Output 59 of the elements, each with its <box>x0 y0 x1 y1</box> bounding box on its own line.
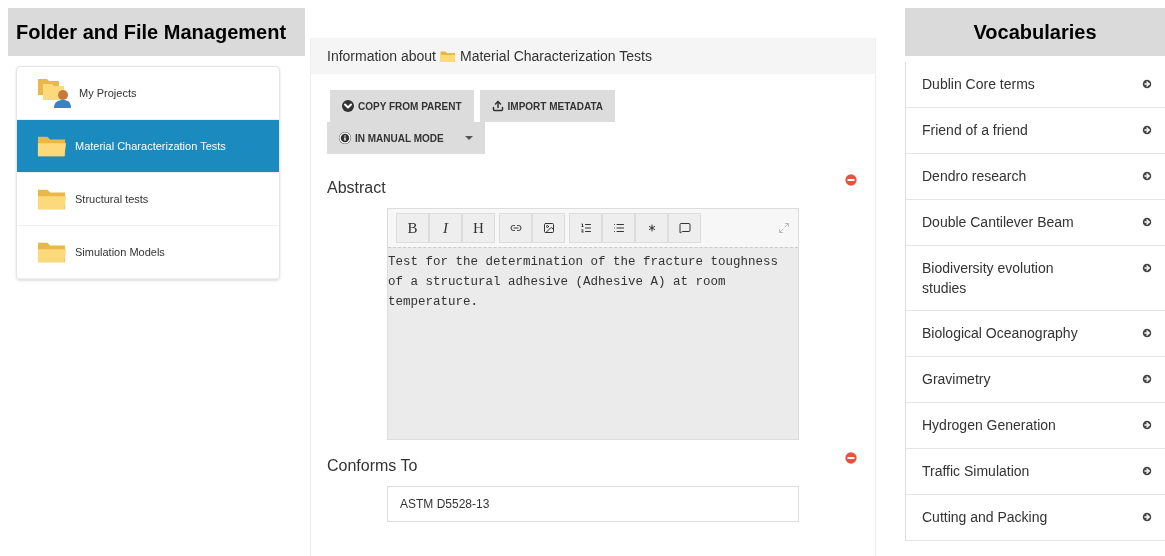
folders-person-icon <box>37 78 71 108</box>
remove-icon[interactable] <box>843 172 859 188</box>
folder-item[interactable]: Material Characterization Tests <box>17 120 279 173</box>
import-metadata-button[interactable]: IMPORT METADATA <box>479 90 616 122</box>
panel-title: Vocabularies <box>905 8 1165 56</box>
arrow-circle-icon <box>1141 419 1153 431</box>
arrow-circle-icon <box>1141 216 1153 228</box>
vocabulary-item[interactable]: Dublin Core terms <box>906 62 1165 108</box>
list-icon <box>612 222 625 234</box>
field-label: Conforms To <box>327 456 418 476</box>
list-button[interactable] <box>602 213 635 243</box>
folder-name: My Projects <box>79 85 137 101</box>
bold-button[interactable]: B <box>396 213 429 243</box>
asterisk-button[interactable] <box>635 213 668 243</box>
mode-dropdown[interactable]: IN MANUAL MODE <box>327 122 485 154</box>
vocabulary-item[interactable]: Cutting and Packing <box>906 495 1165 541</box>
chevron-circle-icon <box>342 100 354 112</box>
folder-item[interactable]: Simulation Models <box>17 226 279 279</box>
image-icon <box>542 222 555 234</box>
field-label: Abstract <box>327 178 386 198</box>
arrow-circle-icon <box>1141 373 1153 385</box>
remove-icon[interactable] <box>843 450 859 466</box>
folder-name: Structural tests <box>75 191 149 207</box>
vocabulary-item[interactable]: Dendro research <box>906 154 1165 200</box>
link-icon <box>509 222 522 234</box>
arrow-circle-icon <box>1141 262 1153 274</box>
vocabulary-item[interactable]: Biodiversity evolution studies <box>906 246 1165 311</box>
italic-button[interactable]: I <box>429 213 462 243</box>
heading-button[interactable]: H <box>462 213 495 243</box>
vocabulary-item[interactable]: Biological Oceanography <box>906 311 1165 357</box>
vocabulary-item[interactable]: Friend of a friend <box>906 108 1165 154</box>
folder-item[interactable]: Structural tests <box>17 173 279 226</box>
fullscreen-icon[interactable] <box>778 222 790 234</box>
image-button[interactable] <box>532 213 565 243</box>
vocabulary-item[interactable]: Traffic Simulation <box>906 449 1165 495</box>
comment-button[interactable] <box>668 213 701 243</box>
panel-title: Folder and File Management <box>8 8 305 56</box>
folder-name: Material Characterization Tests <box>75 138 226 154</box>
ordered-list-icon <box>579 222 592 234</box>
copy-from-parent-button[interactable]: COPY FROM PARENT <box>330 90 474 122</box>
vocabulary-item[interactable]: Gravimetry <box>906 357 1165 403</box>
info-folder-name: Material Characterization Tests <box>459 46 652 66</box>
vocabulary-item[interactable]: Double Cantilever Beam <box>906 200 1165 246</box>
vocabulary-item[interactable]: Hydrogen Generation <box>906 403 1165 449</box>
folder-icon <box>439 49 456 63</box>
arrow-circle-icon <box>1141 511 1153 523</box>
arrow-circle-icon <box>1141 78 1153 90</box>
arrow-circle-icon <box>1141 465 1153 477</box>
arrow-circle-icon <box>1141 327 1153 339</box>
info-icon <box>339 132 351 144</box>
caret-icon <box>465 136 473 140</box>
abstract-editor[interactable]: Test for the determination of the fracture toughness of a structural adhesive (Adhesive A) at room temperature. <box>388 247 798 439</box>
text-field[interactable]: ASTM D5528-13 <box>387 486 799 522</box>
upload-icon <box>491 100 504 112</box>
folder-name: Simulation Models <box>75 244 165 260</box>
info-label: Information about <box>327 46 436 66</box>
comment-icon <box>678 222 691 234</box>
arrow-circle-icon <box>1141 124 1153 136</box>
arrow-circle-icon <box>1141 170 1153 182</box>
